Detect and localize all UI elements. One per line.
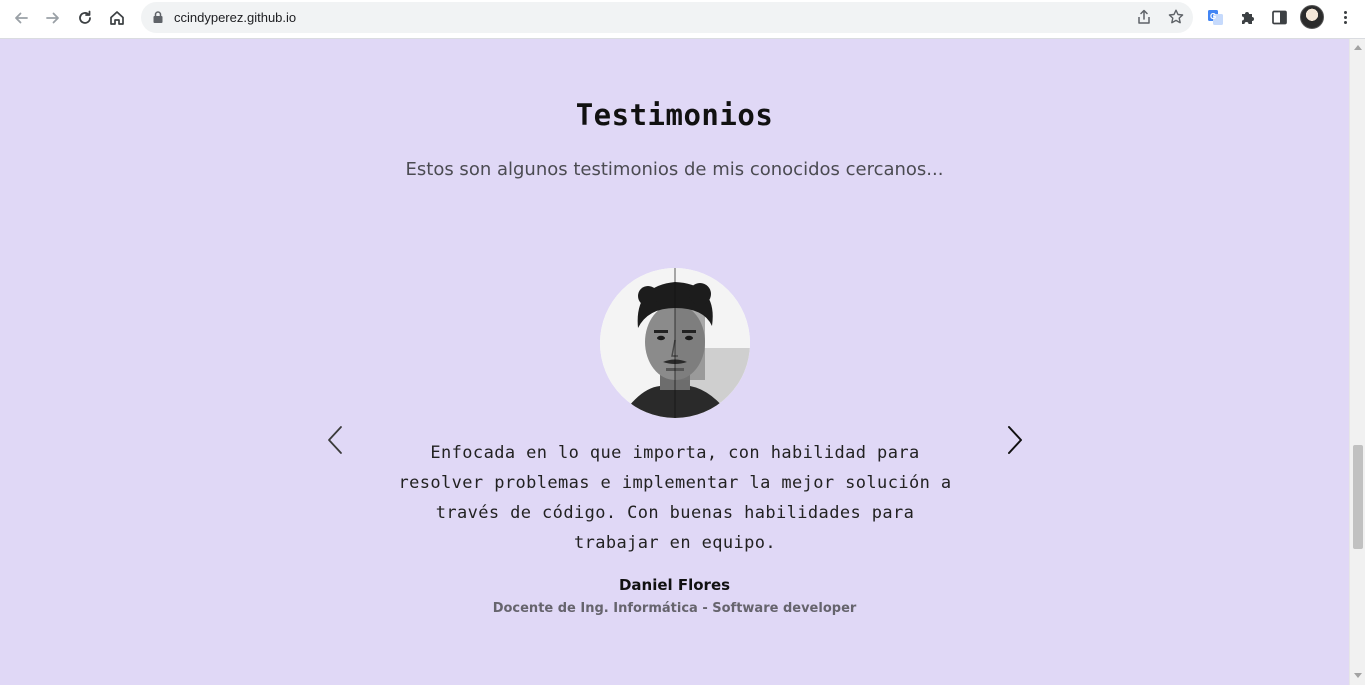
puzzle-icon bbox=[1241, 11, 1254, 24]
browser-toolbar: ccindyperez.github.io G bbox=[0, 0, 1365, 39]
extensions-button[interactable] bbox=[1235, 5, 1259, 29]
scroll-up-arrow-icon[interactable] bbox=[1354, 45, 1362, 50]
forward-arrow-icon bbox=[46, 12, 59, 24]
chevron-right-icon bbox=[1008, 426, 1022, 454]
side-panel-icon bbox=[1271, 10, 1287, 24]
reload-icon bbox=[79, 10, 91, 24]
home-icon bbox=[110, 11, 124, 25]
testimonial-avatar-photo bbox=[600, 268, 750, 418]
back-arrow-icon bbox=[15, 12, 28, 24]
scroll-down-arrow-icon[interactable] bbox=[1354, 673, 1362, 678]
svg-text:G: G bbox=[1210, 12, 1216, 21]
testimonial-quote: Enfocada en lo que importa, con habilida… bbox=[398, 443, 952, 553]
share-icon[interactable] bbox=[1135, 8, 1153, 26]
google-translate-icon: G bbox=[1207, 9, 1223, 25]
translate-extension-button[interactable]: G bbox=[1203, 5, 1227, 29]
testimonials-section: Testimonios Estos son algunos testimonio… bbox=[0, 39, 1349, 685]
profile-avatar[interactable] bbox=[1300, 5, 1324, 29]
testimonial-author-name: Daniel Flores bbox=[618, 576, 731, 594]
kebab-menu-icon bbox=[1343, 10, 1347, 24]
person-portrait-image bbox=[600, 268, 750, 418]
back-button[interactable] bbox=[7, 4, 35, 32]
browser-menu-button[interactable] bbox=[1333, 5, 1357, 29]
chevron-left-icon bbox=[328, 426, 342, 454]
home-button[interactable] bbox=[103, 4, 131, 32]
forward-button[interactable] bbox=[39, 4, 67, 32]
scrollbar-thumb[interactable] bbox=[1353, 445, 1363, 549]
reload-button[interactable] bbox=[71, 4, 99, 32]
lock-icon bbox=[153, 11, 163, 23]
address-bar[interactable]: ccindyperez.github.io bbox=[141, 2, 1193, 33]
page-scrollbar[interactable] bbox=[1349, 39, 1365, 685]
section-title: Testimonios bbox=[575, 98, 774, 132]
section-subtitle: Estos son algunos testimonios de mis con… bbox=[405, 159, 944, 180]
star-icon[interactable] bbox=[1167, 8, 1185, 26]
carousel-prev-button[interactable] bbox=[320, 422, 350, 458]
carousel-next-button[interactable] bbox=[1000, 422, 1030, 458]
side-panel-button[interactable] bbox=[1267, 5, 1291, 29]
url-text: ccindyperez.github.io bbox=[174, 10, 297, 25]
testimonial-author-role: Docente de Ing. Informática - Software d… bbox=[492, 601, 857, 616]
